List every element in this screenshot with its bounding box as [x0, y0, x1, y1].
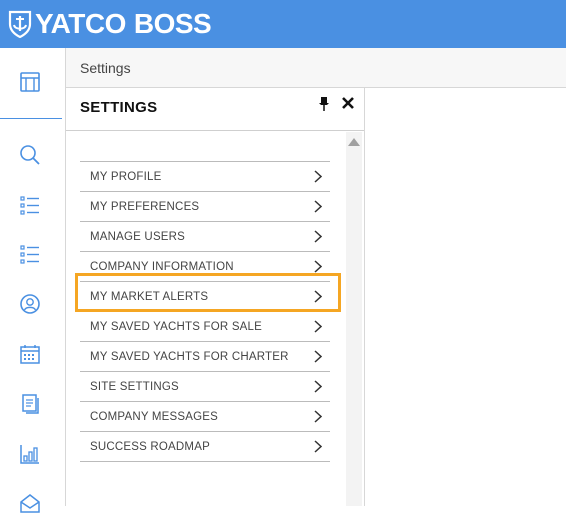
chevron-right-icon	[314, 260, 322, 273]
menu-item-label: COMPANY INFORMATION	[90, 260, 234, 273]
scroll-up-arrow-icon[interactable]	[348, 138, 360, 146]
menu-item-manage-users[interactable]: MANAGE USERS	[80, 222, 330, 252]
highlight-box	[75, 273, 341, 312]
menu-item-label: MY PROFILE	[90, 170, 162, 183]
menu-item-label: MY SAVED YACHTS FOR CHARTER	[90, 350, 289, 363]
menu-item-my-saved-yachts-for-sale[interactable]: MY SAVED YACHTS FOR SALE	[80, 312, 330, 342]
chevron-right-icon	[314, 320, 322, 333]
menu-item-label: SITE SETTINGS	[90, 380, 179, 393]
menu-item-label: MY SAVED YACHTS FOR SALE	[90, 320, 263, 333]
menu-item-my-saved-yachts-for-charter[interactable]: MY SAVED YACHTS FOR CHARTER	[80, 342, 330, 372]
anchor-shield-icon	[8, 10, 32, 38]
menu-item-my-profile[interactable]: MY PROFILE	[80, 162, 330, 192]
contacts-icon[interactable]	[17, 291, 43, 317]
breadcrumb-label: Settings	[80, 60, 131, 76]
menu-item-label: MANAGE USERS	[90, 230, 186, 243]
dashboard-icon[interactable]	[17, 69, 43, 95]
sidebar	[0, 48, 66, 513]
panel-title: SETTINGS	[80, 99, 158, 116]
panel-header-divider	[66, 130, 364, 131]
chevron-right-icon	[314, 170, 322, 183]
reports-icon[interactable]	[17, 441, 43, 467]
menu-item-site-settings[interactable]: SITE SETTINGS	[80, 372, 330, 402]
chevron-right-icon	[314, 410, 322, 423]
pin-icon[interactable]	[317, 96, 331, 112]
menu-item-label: MY PREFERENCES	[90, 200, 200, 213]
search-icon[interactable]	[17, 142, 43, 168]
active-indicator	[0, 118, 62, 119]
logo[interactable]: YATCO BOSS	[8, 8, 212, 40]
logo-text-yatco: YATCO	[35, 8, 126, 39]
chevron-right-icon	[314, 230, 322, 243]
list-icon[interactable]	[17, 241, 43, 267]
calendar-icon[interactable]	[17, 341, 43, 367]
breadcrumb: Settings	[66, 48, 566, 88]
menu-item-success-roadmap[interactable]: SUCCESS ROADMAP	[80, 432, 330, 462]
menu-item-label: SUCCESS ROADMAP	[90, 440, 210, 453]
top-bar: YATCO BOSS	[0, 0, 566, 48]
chevron-right-icon	[314, 200, 322, 213]
menu-item-company-messages[interactable]: COMPANY MESSAGES	[80, 402, 330, 432]
list-icon[interactable]	[17, 192, 43, 218]
chevron-right-icon	[314, 440, 322, 453]
mail-icon[interactable]	[17, 490, 43, 516]
close-icon[interactable]	[341, 96, 355, 110]
logo-text-boss: BOSS	[133, 8, 212, 39]
menu-item-my-preferences[interactable]: MY PREFERENCES	[80, 192, 330, 222]
chevron-right-icon	[314, 350, 322, 363]
scrollbar-track[interactable]	[346, 132, 362, 506]
menu-item-label: COMPANY MESSAGES	[90, 410, 219, 423]
chevron-right-icon	[314, 380, 322, 393]
documents-icon[interactable]	[17, 391, 43, 417]
